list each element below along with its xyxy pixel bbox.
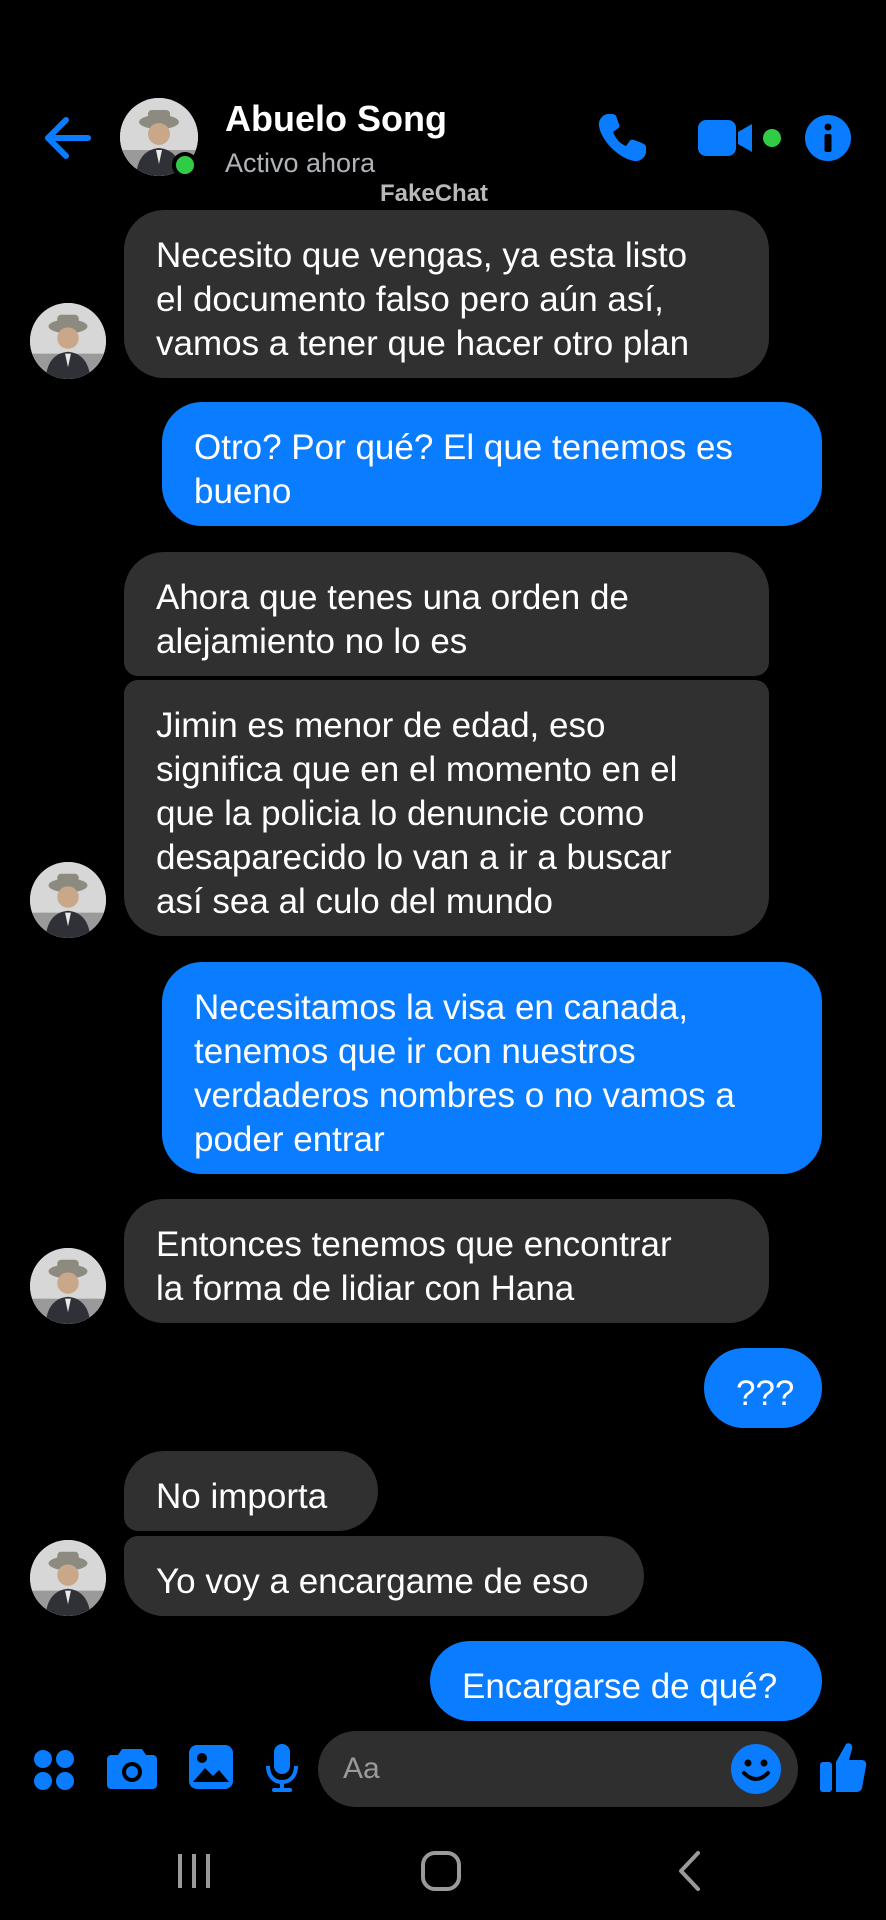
message-bubble-incoming[interactable]: No importa bbox=[124, 1451, 378, 1531]
home-icon[interactable] bbox=[420, 1850, 462, 1892]
message-line: Ahora que tenes una orden de bbox=[156, 578, 629, 617]
message-line: alejamiento no lo es bbox=[156, 622, 468, 661]
contact-name[interactable]: Abuelo Song bbox=[225, 98, 447, 140]
message-line: así sea al culo del mundo bbox=[156, 882, 553, 921]
thumbs-up-icon[interactable] bbox=[818, 1740, 868, 1794]
sender-avatar[interactable] bbox=[30, 1248, 106, 1324]
info-icon[interactable] bbox=[804, 114, 852, 162]
phone-icon[interactable] bbox=[594, 110, 650, 166]
message-line: la forma de lidiar con Hana bbox=[156, 1269, 575, 1308]
message-input[interactable] bbox=[318, 1731, 798, 1807]
message-bubble-incoming[interactable]: Necesito que vengas, ya esta listo el do… bbox=[124, 210, 769, 378]
message-bubble-incoming[interactable]: Yo voy a encargame de eso bbox=[124, 1536, 644, 1616]
message-line: Necesitamos la visa en canada, bbox=[194, 988, 689, 1027]
chat-header: Abuelo Song Activo ahora FakeChat bbox=[0, 0, 886, 207]
message-bubble-outgoing[interactable]: ??? bbox=[704, 1348, 822, 1428]
message-line: Encargarse de qué? bbox=[462, 1667, 778, 1706]
message-line: tenemos que ir con nuestros bbox=[194, 1032, 636, 1071]
message-line: Otro? Por qué? El que tenemos es bbox=[194, 428, 733, 467]
message-bubble-outgoing[interactable]: Necesitamos la visa en canada, tenemos q… bbox=[162, 962, 822, 1174]
system-navigation-bar bbox=[0, 1830, 886, 1920]
message-bubble-incoming[interactable]: Jimin es menor de edad, eso significa qu… bbox=[124, 680, 769, 936]
microphone-icon[interactable] bbox=[264, 1742, 300, 1794]
message-line: verdaderos nombres o no vamos a bbox=[194, 1076, 735, 1115]
video-camera-icon[interactable] bbox=[696, 116, 756, 160]
message-bubble-outgoing[interactable]: Encargarse de qué? bbox=[430, 1641, 822, 1721]
message-line: significa que en el momento en el bbox=[156, 750, 678, 789]
message-bubble-incoming[interactable]: Entonces tenemos que encontrar la forma … bbox=[124, 1199, 769, 1323]
emoji-icon[interactable] bbox=[730, 1743, 782, 1795]
message-line: Jimin es menor de edad, eso bbox=[156, 706, 606, 745]
sender-avatar[interactable] bbox=[30, 862, 106, 938]
video-active-indicator bbox=[763, 129, 781, 147]
message-line: No importa bbox=[156, 1477, 328, 1516]
message-line: el documento falso pero aún así, bbox=[156, 280, 664, 319]
nav-back-icon[interactable] bbox=[676, 1850, 702, 1892]
online-indicator bbox=[172, 152, 198, 178]
message-line: desaparecido lo van a ir a buscar bbox=[156, 838, 672, 877]
message-bubble-outgoing[interactable]: Otro? Por qué? El que tenemos es bueno bbox=[162, 402, 822, 526]
gallery-icon[interactable] bbox=[188, 1744, 234, 1790]
sender-avatar[interactable] bbox=[30, 1540, 106, 1616]
message-line: Entonces tenemos que encontrar bbox=[156, 1225, 672, 1264]
back-arrow-icon[interactable] bbox=[38, 108, 98, 168]
apps-icon[interactable] bbox=[32, 1748, 76, 1792]
message-line: bueno bbox=[194, 472, 292, 511]
message-line: Necesito que vengas, ya esta listo bbox=[156, 236, 688, 275]
watermark-text: FakeChat bbox=[380, 180, 489, 207]
message-line: ??? bbox=[736, 1374, 795, 1413]
message-line: Yo voy a encargame de eso bbox=[156, 1562, 589, 1601]
message-bubble-incoming[interactable]: Ahora que tenes una orden de alejamiento… bbox=[124, 552, 769, 676]
message-line: poder entrar bbox=[194, 1120, 385, 1159]
camera-icon[interactable] bbox=[106, 1745, 158, 1791]
message-line: que la policia lo denuncie como bbox=[156, 794, 645, 833]
sender-avatar[interactable] bbox=[30, 303, 106, 379]
contact-status: Activo ahora bbox=[225, 148, 376, 178]
message-input-placeholder: Aa bbox=[343, 1752, 380, 1785]
message-line: vamos a tener que hacer otro plan bbox=[156, 324, 690, 363]
recents-icon[interactable] bbox=[176, 1852, 212, 1890]
